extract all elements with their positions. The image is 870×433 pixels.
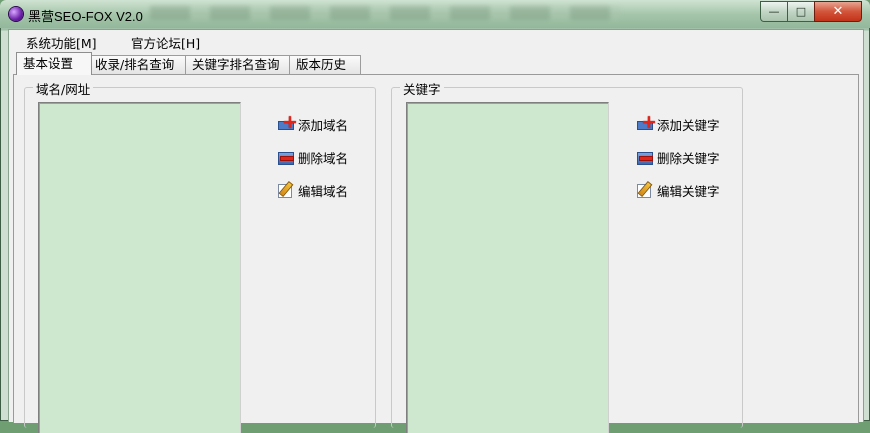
client-area: 系统功能[M] 官方论坛[H] 收录/排名查询 关键字排名查询 版本历史 基本设… [8, 29, 864, 433]
domain-group-label: 域名/网址 [33, 79, 94, 98]
add-icon [277, 112, 298, 132]
domain-list[interactable] [38, 102, 241, 433]
menu-system-functions[interactable]: 系统功能[M] [26, 33, 97, 52]
minimize-icon: — [768, 5, 780, 18]
add-icon [636, 112, 657, 132]
add-keyword-button[interactable]: 添加关键字 [636, 112, 720, 133]
close-icon: ✕ [832, 4, 844, 19]
add-domain-label: 添加域名 [298, 117, 349, 133]
tab-index-rank-query[interactable]: 收录/排名查询 [88, 55, 192, 74]
tab-basic-settings[interactable]: 基本设置 [16, 52, 92, 75]
delete-domain-label: 删除域名 [298, 150, 349, 166]
title-bar[interactable]: 黑营SEO-FOX V2.0 [0, 0, 870, 28]
domain-group: 域名/网址 添加域名 删除域名 编辑域名 [24, 79, 376, 433]
app-logo-icon [9, 7, 23, 21]
maximize-button[interactable]: □ [787, 1, 815, 22]
app-window: 黑营SEO-FOX V2.0 — □ ✕ 系统功能[M] 官方论坛[H] 收录/… [0, 0, 870, 433]
keyword-list[interactable] [406, 102, 609, 433]
delete-icon [636, 149, 653, 165]
maximize-icon: □ [795, 5, 807, 18]
tab-strip: 收录/排名查询 关键字排名查询 版本历史 基本设置 [9, 52, 863, 75]
edit-keyword-button[interactable]: 编辑关键字 [636, 181, 720, 199]
delete-keyword-button[interactable]: 删除关键字 [636, 148, 720, 166]
delete-domain-button[interactable]: 删除域名 [277, 148, 348, 166]
close-button[interactable]: ✕ [814, 1, 862, 22]
keyword-group: 关键字 添加关键字 删除关键字 编辑关键字 [391, 79, 743, 433]
tab-version-history[interactable]: 版本历史 [289, 55, 361, 74]
blurred-background-strip [150, 6, 620, 20]
menu-bar: 系统功能[M] 官方论坛[H] [9, 30, 863, 51]
edit-icon [636, 182, 652, 198]
window-title: 黑营SEO-FOX V2.0 [28, 9, 143, 24]
tab-panel-basic-settings: 域名/网址 添加域名 删除域名 编辑域名 关键字 [13, 74, 859, 433]
tab-keyword-rank-query[interactable]: 关键字排名查询 [185, 55, 298, 74]
edit-icon [277, 182, 293, 198]
edit-domain-label: 编辑域名 [298, 183, 349, 199]
add-keyword-label: 添加关键字 [657, 117, 720, 133]
menu-official-forum[interactable]: 官方论坛[H] [131, 33, 200, 52]
add-domain-button[interactable]: 添加域名 [277, 112, 349, 133]
edit-keyword-label: 编辑关键字 [657, 183, 720, 199]
minimize-button[interactable]: — [760, 1, 788, 22]
delete-icon [277, 149, 294, 165]
edit-domain-button[interactable]: 编辑域名 [277, 181, 348, 199]
keyword-group-label: 关键字 [400, 79, 444, 98]
delete-keyword-label: 删除关键字 [657, 150, 720, 166]
